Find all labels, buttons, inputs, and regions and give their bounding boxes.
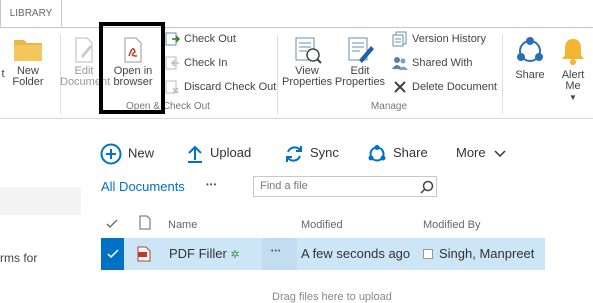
share-label: Share <box>393 145 428 160</box>
ribbon-share-button[interactable]: Share <box>510 36 550 81</box>
file-name-text: PDF Filler <box>169 246 227 261</box>
delete-x-icon <box>394 81 406 93</box>
new-folder-button[interactable]: New Folder <box>8 36 48 88</box>
select-all-check-icon[interactable] <box>106 219 118 229</box>
view-properties-icon <box>295 37 322 64</box>
more-command[interactable]: More <box>456 143 506 163</box>
upload-label: Upload <box>210 145 252 160</box>
presence-indicator-icon <box>423 249 433 259</box>
sync-label: Sync <box>310 145 339 160</box>
new-command[interactable]: New <box>100 143 155 165</box>
search-icon[interactable] <box>420 180 434 194</box>
find-a-file-input[interactable]: Find a file <box>253 176 437 197</box>
row-select-checkbox[interactable] <box>101 238 124 270</box>
ribbon-separator <box>277 34 278 114</box>
check-in-label: Check In <box>184 57 228 69</box>
file-type-header-icon <box>139 215 151 230</box>
sync-command[interactable]: Sync <box>284 143 339 163</box>
view-options-ellipsis[interactable]: ••• <box>206 180 217 189</box>
alert-me-button[interactable]: Alert Me ▼ <box>556 36 590 103</box>
shared-with-people-icon <box>392 57 408 71</box>
chevron-down-icon: ▼ <box>569 93 577 102</box>
share-command[interactable]: Share <box>367 143 428 163</box>
check-out-icon <box>165 32 180 46</box>
row-modified-by-link[interactable]: Singh, Manpreet <box>439 238 534 270</box>
column-header-modified[interactable]: Modified <box>301 219 343 231</box>
tab-library[interactable]: LIBRARY <box>0 0 62 27</box>
shared-with-button[interactable]: Shared With <box>392 52 473 74</box>
upload-arrow-icon <box>188 145 202 163</box>
new-folder-label: New Folder <box>12 65 44 88</box>
check-out-button[interactable]: Check Out <box>164 28 236 50</box>
more-label: More <box>456 145 486 160</box>
pdf-file-icon <box>137 246 151 262</box>
alert-me-label: Alert Me <box>561 69 585 92</box>
share-icon <box>368 144 386 162</box>
folder-icon <box>14 40 42 61</box>
version-history-button[interactable]: Version History <box>392 28 486 50</box>
column-header-modified-by[interactable]: Modified By <box>423 219 480 231</box>
share-network-icon <box>517 37 543 62</box>
column-header-name[interactable]: Name <box>168 219 197 231</box>
version-history-icon <box>392 31 407 47</box>
view-properties-button[interactable]: View Properties <box>282 36 332 88</box>
sync-icon <box>286 145 302 162</box>
file-name-link[interactable]: PDF Filler ✲ <box>169 238 240 271</box>
checkmark-icon <box>107 249 119 259</box>
check-in-icon <box>165 56 179 70</box>
left-panel-text-fragment: rms for <box>0 251 38 265</box>
drag-files-hint: Drag files here to upload <box>272 291 392 303</box>
ribbon-separator <box>502 34 503 114</box>
edit-document-icon <box>75 37 93 63</box>
new-label: New <box>128 145 155 161</box>
view-all-documents[interactable]: All Documents <box>101 179 185 194</box>
delete-document-button[interactable]: Delete Document <box>392 76 497 98</box>
row-ellipsis-menu[interactable]: ••• <box>262 238 297 270</box>
discard-check-out-icon <box>165 80 179 94</box>
row-ellipsis-text: ••• <box>271 248 282 255</box>
check-in-button[interactable]: Check In <box>164 52 227 74</box>
bell-icon <box>562 39 584 65</box>
annotation-highlight-box <box>99 22 165 114</box>
row-modified: A few seconds ago <box>301 246 411 261</box>
shared-with-label: Shared With <box>412 57 473 69</box>
chevron-down-icon <box>494 150 506 157</box>
view-properties-label: View Properties <box>282 65 333 88</box>
ribbon-share-label: Share <box>515 69 545 81</box>
discard-check-out-button[interactable]: Discard Check Out <box>164 76 276 98</box>
ribbon-tab-bar <box>0 0 593 28</box>
discard-check-out-label: Discard Check Out <box>184 81 277 93</box>
edit-properties-icon <box>348 37 374 63</box>
edit-properties-label: Edit Properties <box>334 65 386 88</box>
plus-circle-icon <box>100 143 122 165</box>
new-item-icon: ✲ <box>230 249 240 261</box>
edit-properties-button[interactable]: Edit Properties <box>334 36 386 88</box>
check-out-label: Check Out <box>184 33 236 45</box>
delete-document-label: Delete Document <box>412 81 497 93</box>
group-label-manage: Manage <box>370 101 408 112</box>
version-history-label: Version History <box>412 33 486 45</box>
left-panel-block <box>0 187 81 215</box>
upload-command[interactable]: Upload <box>186 143 251 163</box>
cut-off-ribbon-label: t <box>1 69 5 80</box>
